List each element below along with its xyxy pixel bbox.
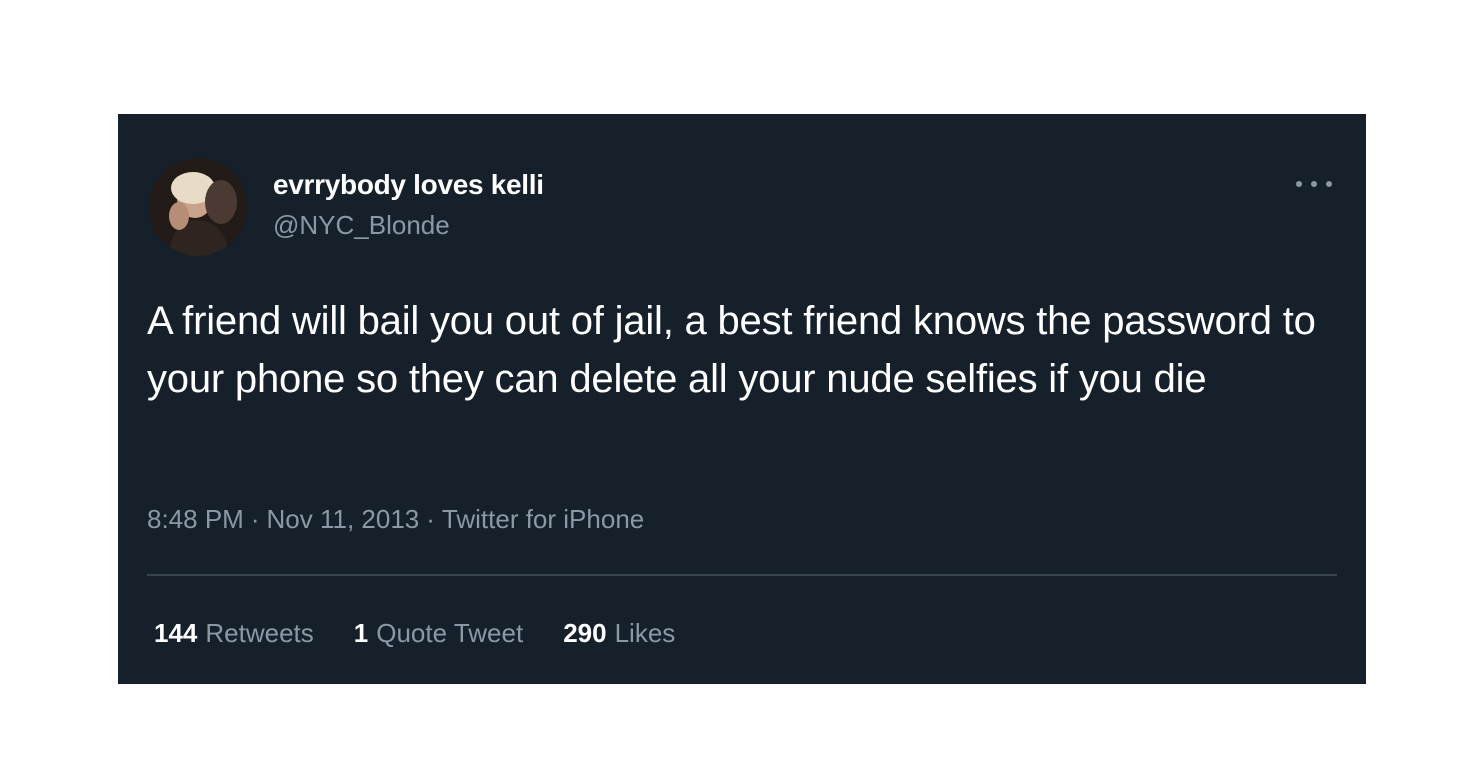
divider bbox=[147, 574, 1337, 576]
retweets-stat[interactable]: 144 Retweets bbox=[154, 618, 314, 649]
likes-count: 290 bbox=[563, 618, 607, 648]
avatar[interactable] bbox=[149, 158, 247, 256]
likes-label: Likes bbox=[614, 618, 676, 648]
separator: · bbox=[426, 504, 435, 534]
dot bbox=[1311, 181, 1317, 187]
tweet-metadata: 8:48 PM · Nov 11, 2013 · Twitter for iPhone bbox=[147, 504, 644, 535]
tweet-card: evrrybody loves kelli @NYC_Blonde A frie… bbox=[118, 114, 1366, 684]
tweet-time[interactable]: 8:48 PM bbox=[147, 504, 244, 534]
tweet-text: A friend will bail you out of jail, a be… bbox=[147, 299, 1316, 401]
separator: · bbox=[250, 504, 260, 534]
retweets-label: Retweets bbox=[205, 618, 314, 648]
tweet-source[interactable]: Twitter for iPhone bbox=[442, 504, 644, 534]
more-options-icon[interactable] bbox=[1296, 176, 1332, 192]
dot bbox=[1326, 181, 1332, 187]
tweet-date[interactable]: Nov 11, 2013 bbox=[267, 504, 420, 534]
avatar-image bbox=[149, 158, 247, 256]
likes-stat[interactable]: 290 Likes bbox=[563, 618, 675, 649]
dot bbox=[1296, 181, 1302, 187]
engagement-stats: 144 Retweets 1 Quote Tweet 290 Likes bbox=[154, 618, 675, 649]
retweets-count: 144 bbox=[154, 618, 198, 648]
quote-tweets-label: Quote Tweet bbox=[376, 618, 524, 648]
quote-tweets-stat[interactable]: 1 Quote Tweet bbox=[354, 618, 523, 649]
quote-tweets-count: 1 bbox=[353, 618, 369, 648]
display-name[interactable]: evrrybody loves kelli bbox=[273, 169, 544, 201]
user-handle[interactable]: @NYC_Blonde bbox=[273, 210, 450, 241]
